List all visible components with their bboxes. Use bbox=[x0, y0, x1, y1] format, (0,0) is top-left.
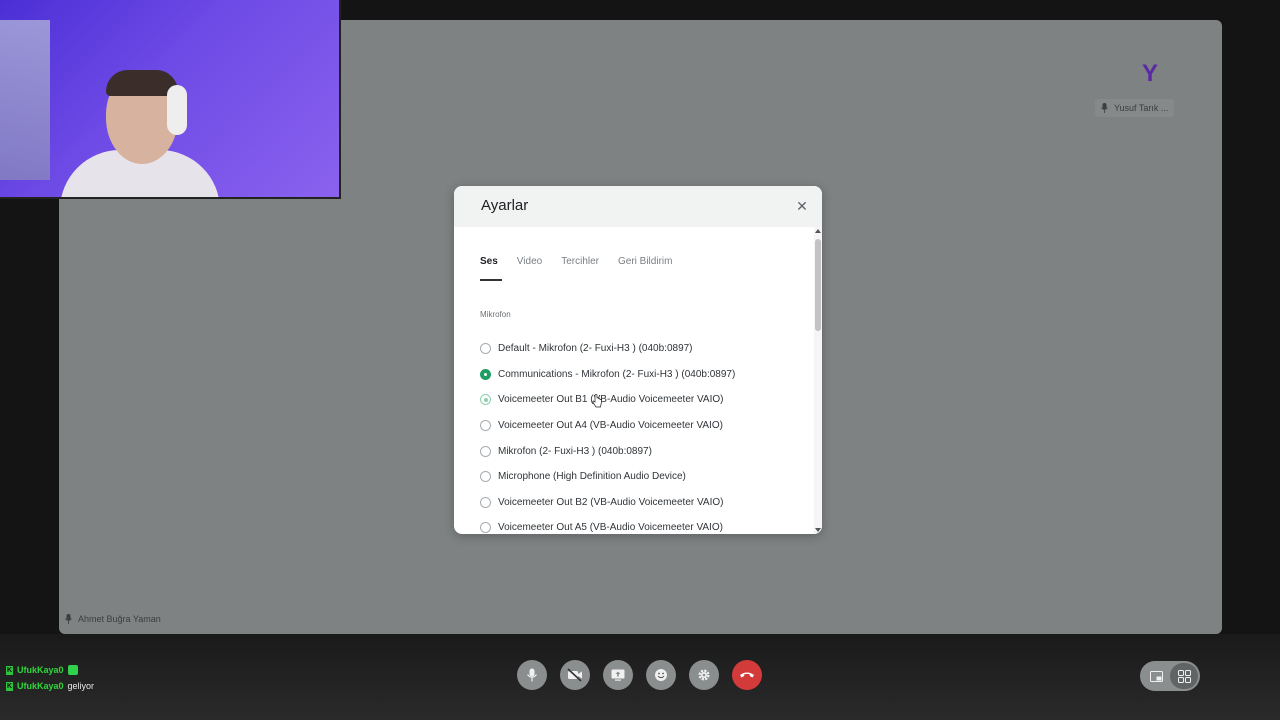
mic-option-label: Voicemeeter Out A4 (VB-Audio Voicemeeter… bbox=[498, 420, 723, 432]
close-button[interactable]: ✕ bbox=[794, 198, 810, 214]
call-controls bbox=[517, 660, 762, 690]
webcam-background-window bbox=[0, 20, 50, 180]
camera-button[interactable] bbox=[560, 660, 590, 690]
radio-button[interactable] bbox=[480, 471, 491, 483]
local-participant-name: Ahmet Buğra Yaman bbox=[78, 614, 161, 624]
mic-option-label: Communications - Mikrofon (2- Fuxi-H3 ) … bbox=[498, 368, 736, 380]
chat-text: geliyor bbox=[67, 681, 95, 691]
hand-cursor-icon bbox=[592, 394, 602, 408]
microphone-icon bbox=[527, 668, 537, 682]
mic-option[interactable]: Voicemeeter Out A4 (VB-Audio Voicemeeter… bbox=[480, 413, 735, 439]
remote-participant-name: Yusuf Tarık ... bbox=[1114, 103, 1169, 113]
hang-up-icon bbox=[740, 672, 754, 678]
mic-option-label: Voicemeeter Out A5 (VB-Audio Voicemeeter… bbox=[498, 522, 723, 534]
chat-badge: K bbox=[6, 665, 13, 675]
mic-option[interactable]: Default - Mikrofon (2- Fuxi-H3 ) (040b:0… bbox=[480, 336, 735, 362]
chat-badge: K bbox=[6, 681, 13, 691]
remote-participant-label: Yusuf Tarık ... bbox=[1095, 99, 1175, 117]
chat-username: UfukKaya0 bbox=[17, 681, 64, 691]
chat-emote-icon bbox=[67, 665, 78, 675]
mic-option[interactable]: Microphone (High Definition Audio Device… bbox=[480, 464, 735, 490]
tab-video[interactable]: Video bbox=[517, 256, 542, 281]
dialog-scrollbar[interactable] bbox=[814, 227, 822, 534]
scroll-up-icon[interactable] bbox=[815, 229, 821, 233]
radio-button[interactable] bbox=[480, 343, 491, 355]
grid-layout-button[interactable] bbox=[1170, 663, 1198, 689]
pip-layout-icon bbox=[1149, 670, 1163, 682]
dialog-title: Ayarlar bbox=[481, 197, 529, 214]
mic-option-label: Voicemeeter Out B1 (VB-Audio Voicemeeter… bbox=[498, 394, 724, 406]
grid-layout-icon bbox=[1177, 669, 1191, 683]
local-participant-label: Ahmet Buğra Yaman bbox=[65, 610, 161, 628]
radio-button[interactable] bbox=[480, 420, 491, 432]
radio-button-hover[interactable] bbox=[480, 394, 491, 406]
mic-option[interactable]: Mikrofon (2- Fuxi-H3 ) (040b:0897) bbox=[480, 438, 735, 464]
chat-username: UfukKaya0 bbox=[17, 665, 64, 675]
headset-icon bbox=[167, 85, 187, 135]
settings-gear-icon bbox=[698, 669, 710, 681]
microphone-options: Default - Mikrofon (2- Fuxi-H3 ) (040b:0… bbox=[480, 336, 735, 534]
emoji-icon bbox=[655, 669, 667, 681]
microphone-icon bbox=[65, 614, 72, 624]
layout-switcher bbox=[1140, 661, 1200, 691]
radio-button[interactable] bbox=[480, 496, 491, 508]
settings-button[interactable] bbox=[689, 660, 719, 690]
microphone-section-label: Mikrofon bbox=[480, 310, 511, 319]
chat-message: K UfukKaya0 bbox=[6, 662, 94, 678]
tab-geri-bildirim[interactable]: Geri Bildirim bbox=[618, 256, 672, 281]
mic-option-label: Microphone (High Definition Audio Device… bbox=[498, 471, 686, 483]
mic-option[interactable]: Voicemeeter Out B2 (VB-Audio Voicemeeter… bbox=[480, 490, 735, 516]
tab-tercihler[interactable]: Tercihler bbox=[561, 256, 599, 281]
radio-button[interactable] bbox=[480, 445, 491, 457]
remote-participant-avatar: Y bbox=[1141, 60, 1158, 87]
dialog-header: Ayarlar ✕ bbox=[454, 186, 822, 227]
tab-ses[interactable]: Ses bbox=[480, 256, 502, 281]
reactions-button[interactable] bbox=[646, 660, 676, 690]
scroll-thumb[interactable] bbox=[815, 239, 821, 331]
webcam-overlay bbox=[0, 0, 341, 199]
mic-option[interactable]: Communications - Mikrofon (2- Fuxi-H3 ) … bbox=[480, 362, 735, 388]
close-icon: ✕ bbox=[796, 198, 808, 214]
top-bar-background bbox=[339, 0, 1280, 20]
radio-button[interactable] bbox=[480, 522, 491, 534]
settings-dialog: Ayarlar ✕ Ses Video Tercihler Geri Bildi… bbox=[454, 186, 822, 534]
chat-message: K UfukKaya0 geliyor bbox=[6, 678, 94, 694]
screen-share-button[interactable] bbox=[603, 660, 633, 690]
microphone-icon bbox=[1101, 103, 1108, 113]
radio-button-selected[interactable] bbox=[480, 368, 491, 380]
settings-tabs: Ses Video Tercihler Geri Bildirim bbox=[480, 256, 672, 281]
mic-option-label: Default - Mikrofon (2- Fuxi-H3 ) (040b:0… bbox=[498, 343, 693, 355]
hang-up-button[interactable] bbox=[732, 660, 762, 690]
mic-option-label: Voicemeeter Out B2 (VB-Audio Voicemeeter… bbox=[498, 496, 724, 508]
microphone-button[interactable] bbox=[517, 660, 547, 690]
pip-layout-button[interactable] bbox=[1142, 663, 1170, 689]
mic-option[interactable]: Voicemeeter Out B1 (VB-Audio Voicemeeter… bbox=[480, 387, 735, 413]
camera-off-icon bbox=[567, 668, 582, 682]
mic-option[interactable]: Voicemeeter Out A5 (VB-Audio Voicemeeter… bbox=[480, 515, 735, 534]
screen-share-icon bbox=[611, 669, 625, 681]
chat-overlay: K UfukKaya0 K UfukKaya0 geliyor bbox=[6, 662, 94, 694]
mic-option-label: Mikrofon (2- Fuxi-H3 ) (040b:0897) bbox=[498, 445, 652, 457]
scroll-down-icon[interactable] bbox=[815, 528, 821, 532]
